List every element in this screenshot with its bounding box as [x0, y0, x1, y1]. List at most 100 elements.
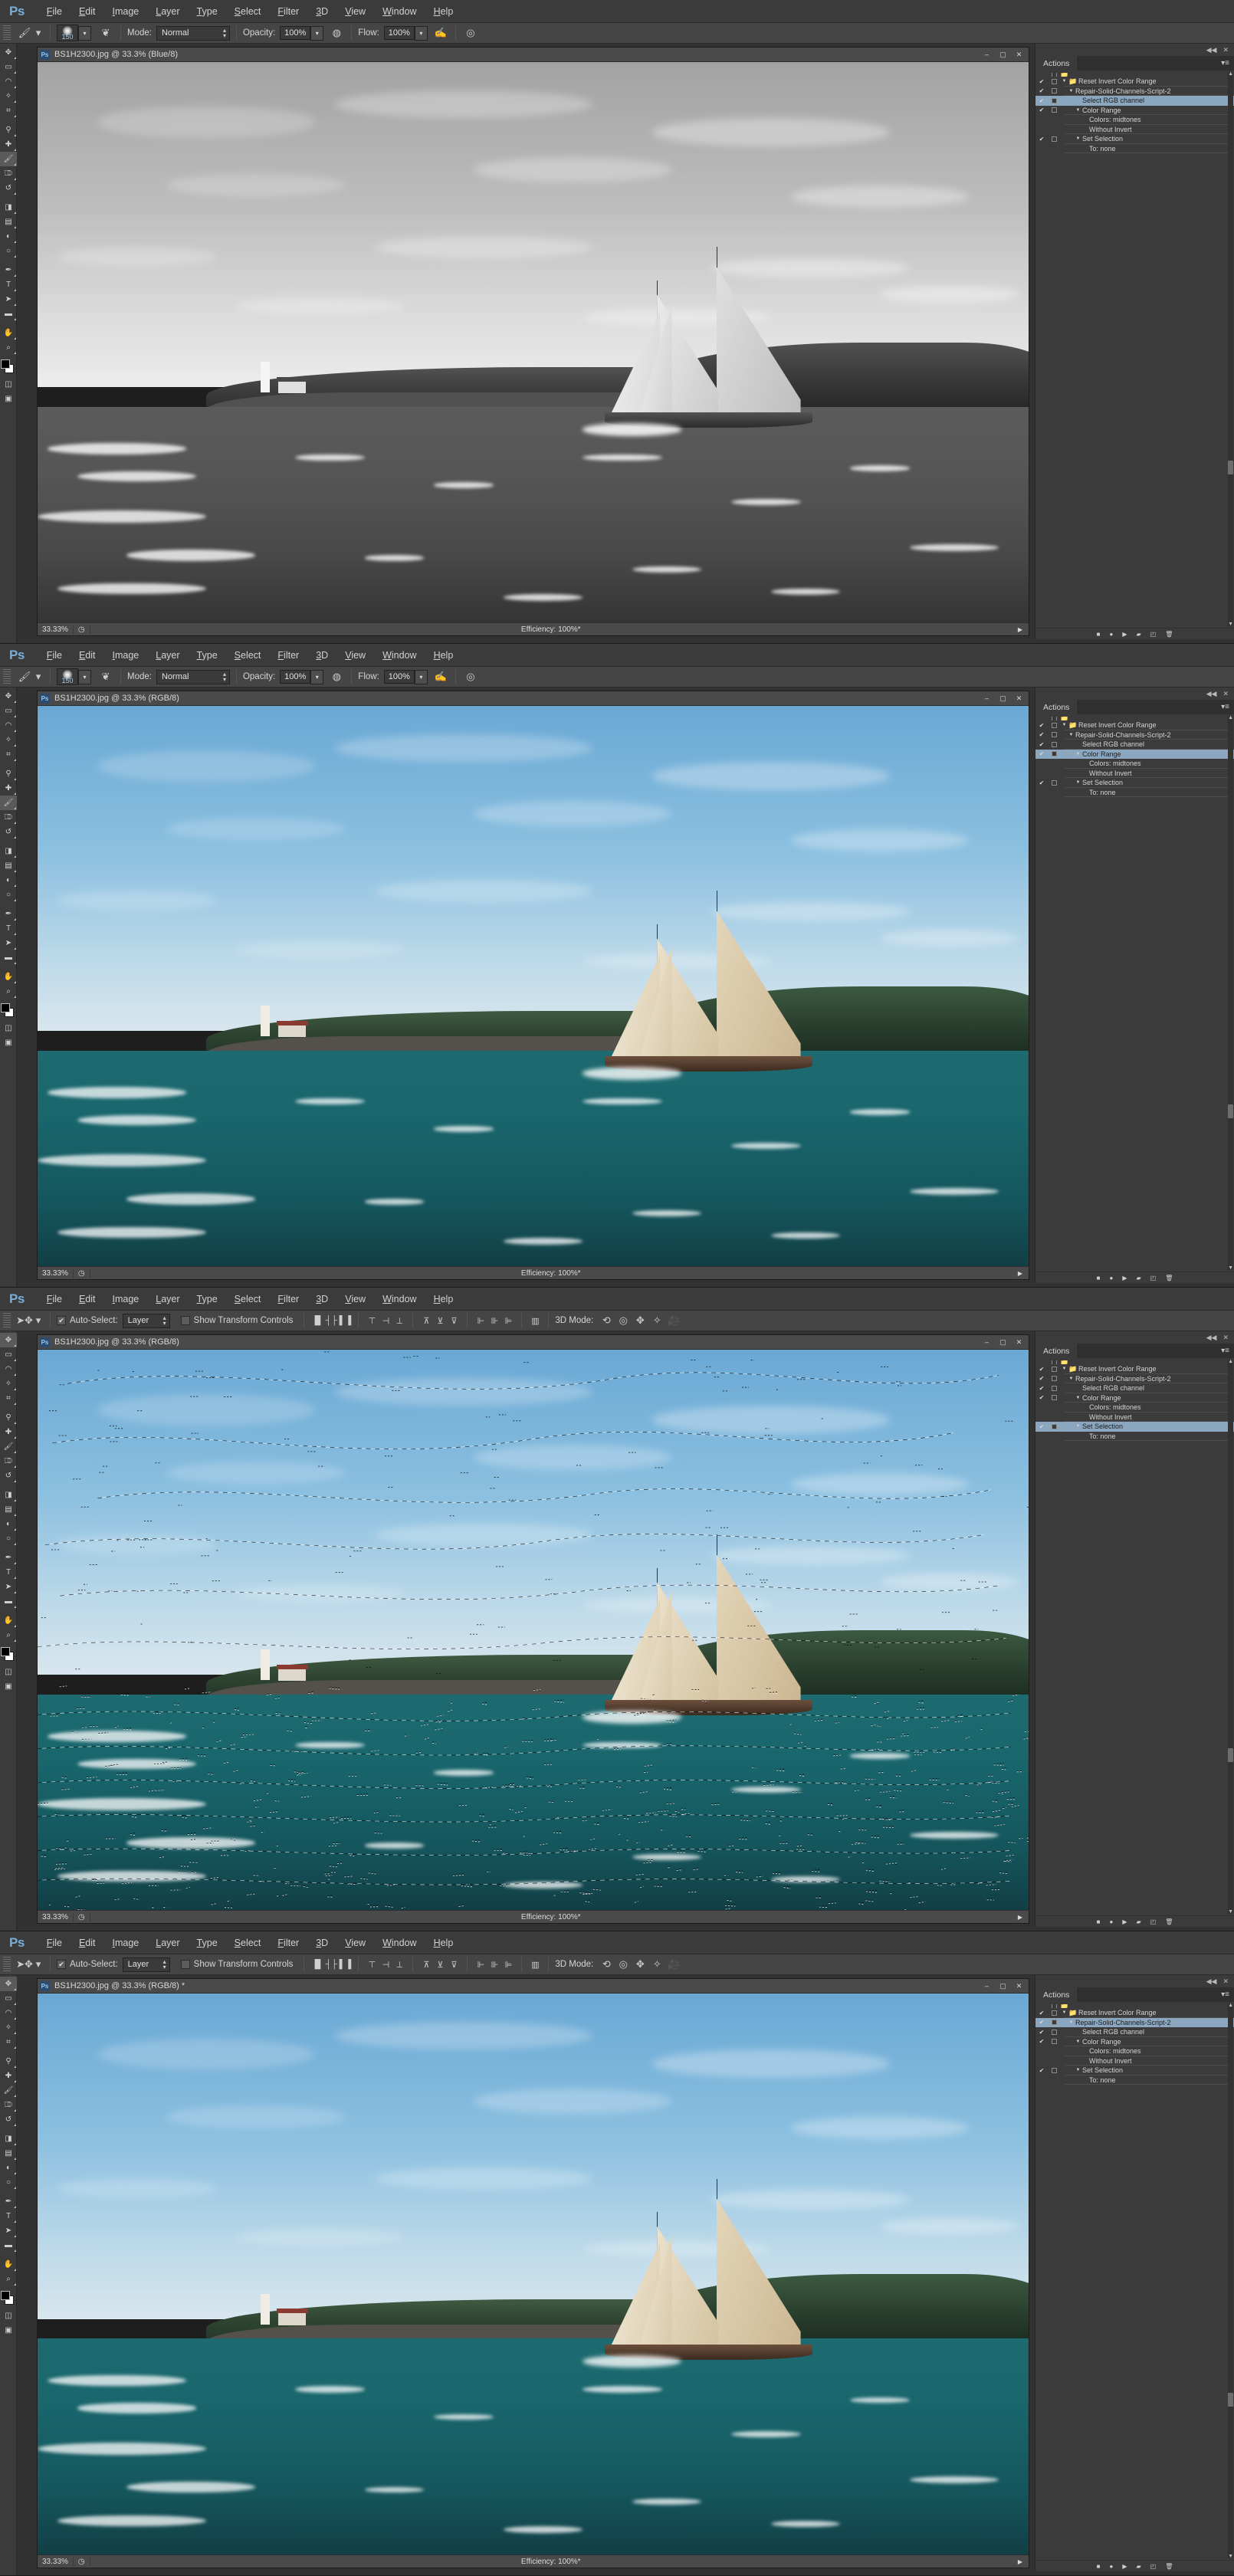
maximize-button[interactable]: ▢ [996, 1337, 1010, 1348]
scroll-down-arrow-icon[interactable]: ▼ [1228, 1265, 1233, 1271]
menu-item-window[interactable]: Window [374, 1288, 425, 1311]
action-expand-chevron-icon[interactable]: ▼ [1067, 1377, 1075, 1381]
menu-item-edit[interactable]: Edit [71, 0, 104, 23]
distribute-top-icon[interactable]: ⊼ [419, 1314, 433, 1328]
actions-scrollbar-thumb[interactable] [1228, 1104, 1233, 1118]
menu-item-help[interactable]: Help [425, 0, 462, 23]
panel-menu-icon[interactable]: ▾≡ [1221, 56, 1234, 71]
scale-3d-icon[interactable]: 🎥 [665, 1313, 682, 1329]
actions-scrollbar-thumb[interactable] [1228, 2393, 1233, 2407]
action-row[interactable]: Colors: midtones [1035, 115, 1234, 125]
menu-item-image[interactable]: Image [104, 1288, 148, 1311]
close-button[interactable]: ✕ [1012, 1337, 1026, 1348]
create-new-set-button[interactable]: ▰ [1136, 1275, 1140, 1281]
action-row[interactable]: ✔ ▼ Repair-Solid-Channels-Script-2 [1035, 2018, 1234, 2028]
actions-scrollbar-track[interactable] [1228, 2003, 1233, 2558]
action-dialog-toggle[interactable] [1048, 2039, 1060, 2044]
action-expand-chevron-icon[interactable]: ▼ [1060, 79, 1068, 84]
align-right-edges-icon[interactable]: ▌▐ [338, 1957, 352, 1972]
flow-input[interactable]: 100% [384, 26, 415, 40]
distribute-left-icon[interactable]: ⊩ [474, 1314, 487, 1328]
menu-item-help[interactable]: Help [425, 644, 462, 667]
tool-lasso-tool[interactable]: ◠ [0, 1362, 17, 1377]
tool-hand-tool[interactable]: ✋ [0, 970, 17, 984]
menu-item-type[interactable]: Type [189, 1288, 226, 1311]
action-enabled-check[interactable]: ✔ [1035, 741, 1048, 748]
action-dialog-toggle[interactable] [1048, 732, 1060, 737]
play-selection-button[interactable]: ▶ [1122, 2563, 1127, 2570]
menu-item-help[interactable]: Help [425, 1931, 462, 1954]
show-transform-controls-checkbox[interactable] [181, 1316, 190, 1325]
image-canvas[interactable] [38, 1994, 1029, 2555]
tool-blur-tool[interactable]: ◐ [0, 229, 17, 244]
tool-lasso-tool[interactable]: ◠ [0, 2006, 17, 2020]
minimize-button[interactable]: – [980, 1337, 994, 1348]
menu-item-filter[interactable]: Filter [269, 644, 307, 667]
action-enabled-check[interactable]: ✔ [1035, 1394, 1048, 1401]
rotate-3d-icon[interactable]: ⟲ [598, 1313, 615, 1329]
opacity-input[interactable]: 100% [280, 670, 310, 684]
document-info-icon[interactable]: ◷ [74, 2558, 90, 2566]
move-tool-icon[interactable]: ➤✥ [16, 1957, 33, 1973]
menu-item-layer[interactable]: Layer [147, 644, 188, 667]
menu-item-select[interactable]: Select [226, 644, 270, 667]
scroll-down-arrow-icon[interactable]: ▼ [1228, 1909, 1233, 1915]
action-row[interactable]: ✔ ▼ Color Range [1035, 1393, 1234, 1403]
menu-item-help[interactable]: Help [425, 1288, 462, 1311]
foreground-background-color-swatches[interactable] [0, 1645, 17, 1665]
foreground-color-swatch[interactable] [1, 359, 10, 369]
document-info-icon[interactable]: ◷ [74, 1913, 90, 1921]
maximize-button[interactable]: ▢ [996, 693, 1010, 704]
action-expand-chevron-icon[interactable]: ▼ [1074, 108, 1082, 113]
tool-gradient-tool[interactable]: ▤ [0, 1502, 17, 1517]
action-dialog-toggle[interactable] [1048, 1376, 1060, 1381]
actions-list[interactable]: 📁 ✔ ▼ 📁 Reset Invert Color Range ✔ ▼ Repair-Sol… [1035, 71, 1234, 628]
actions-scrollbar-track[interactable] [1228, 716, 1233, 1270]
opacity-chevron-down-icon[interactable]: ▾ [310, 26, 323, 41]
create-new-set-button[interactable]: ▰ [1136, 2563, 1140, 2570]
distribute-horizontal-center-icon[interactable]: ⊪ [487, 1957, 501, 1972]
tool-pen-tool[interactable]: ✒ [0, 1551, 17, 1565]
menu-item-type[interactable]: Type [189, 644, 226, 667]
stop-playing-recording-button[interactable]: ■ [1097, 1918, 1101, 1925]
close-panel-icon[interactable]: ✕ [1223, 1334, 1229, 1342]
create-new-action-button[interactable]: ◰ [1150, 2563, 1157, 2570]
options-bar-grip[interactable] [3, 1957, 11, 1973]
action-dialog-toggle[interactable] [1048, 88, 1060, 94]
action-row[interactable]: ✔ ▼ Repair-Solid-Channels-Script-2 [1035, 1374, 1234, 1384]
play-selection-button[interactable]: ▶ [1122, 1275, 1127, 1281]
panel-menu-icon[interactable]: ▾≡ [1221, 700, 1234, 714]
tool-zoom-tool[interactable]: ⌕ [0, 340, 17, 355]
tool-clone-stamp-tool[interactable]: ⎄ [0, 2098, 17, 2112]
airbrush-icon[interactable]: ✍ [432, 669, 449, 685]
slide-3d-icon[interactable]: ✧ [648, 1957, 665, 1973]
align-top-edges-icon[interactable]: ⊤ [365, 1957, 379, 1972]
tool-brush-tool[interactable]: 🖌 [0, 1439, 17, 1454]
zoom-level-value[interactable]: 33.33% [38, 1913, 74, 1921]
menu-item-3d[interactable]: 3D [307, 1931, 336, 1954]
action-expand-chevron-icon[interactable]: ▼ [1074, 136, 1082, 141]
menu-item-edit[interactable]: Edit [71, 644, 104, 667]
tool-blur-tool[interactable]: ◐ [0, 873, 17, 888]
menu-item-file[interactable]: File [38, 644, 71, 667]
action-row[interactable]: ✔ ▼ Set Selection [1035, 1422, 1234, 1432]
roll-3d-icon[interactable]: ◎ [615, 1957, 632, 1973]
action-row[interactable]: ✔ ▼ Color Range [1035, 750, 1234, 760]
auto-align-layers-icon[interactable]: ▥ [528, 1957, 542, 1972]
tool-path-selection-tool[interactable]: ➤ [0, 2223, 17, 2238]
tool-edit-in-quick-mask-mode[interactable]: ◫ [0, 1021, 17, 1035]
image-canvas[interactable] [38, 1350, 1029, 1910]
show-transform-controls-checkbox[interactable] [181, 1960, 190, 1969]
tool-dodge-tool[interactable]: ○ [0, 1531, 17, 1546]
tool-rectangular-marquee-tool[interactable]: ▭ [0, 1991, 17, 2006]
options-bar-grip[interactable] [3, 669, 11, 685]
menu-item-window[interactable]: Window [374, 1931, 425, 1954]
menu-item-layer[interactable]: Layer [147, 1288, 188, 1311]
tool-horizontal-type-tool[interactable]: T [0, 921, 17, 936]
tool-eyedropper-tool[interactable]: ⚲ [0, 1410, 17, 1425]
action-dialog-toggle[interactable] [1048, 2010, 1060, 2016]
align-bottom-edges-icon[interactable]: ⊥ [392, 1957, 406, 1972]
action-row[interactable]: Colors: midtones [1035, 1403, 1234, 1413]
tool-quick-selection-tool[interactable]: ✧ [0, 733, 17, 747]
scroll-up-arrow-icon[interactable]: ▲ [1228, 2003, 1233, 2008]
